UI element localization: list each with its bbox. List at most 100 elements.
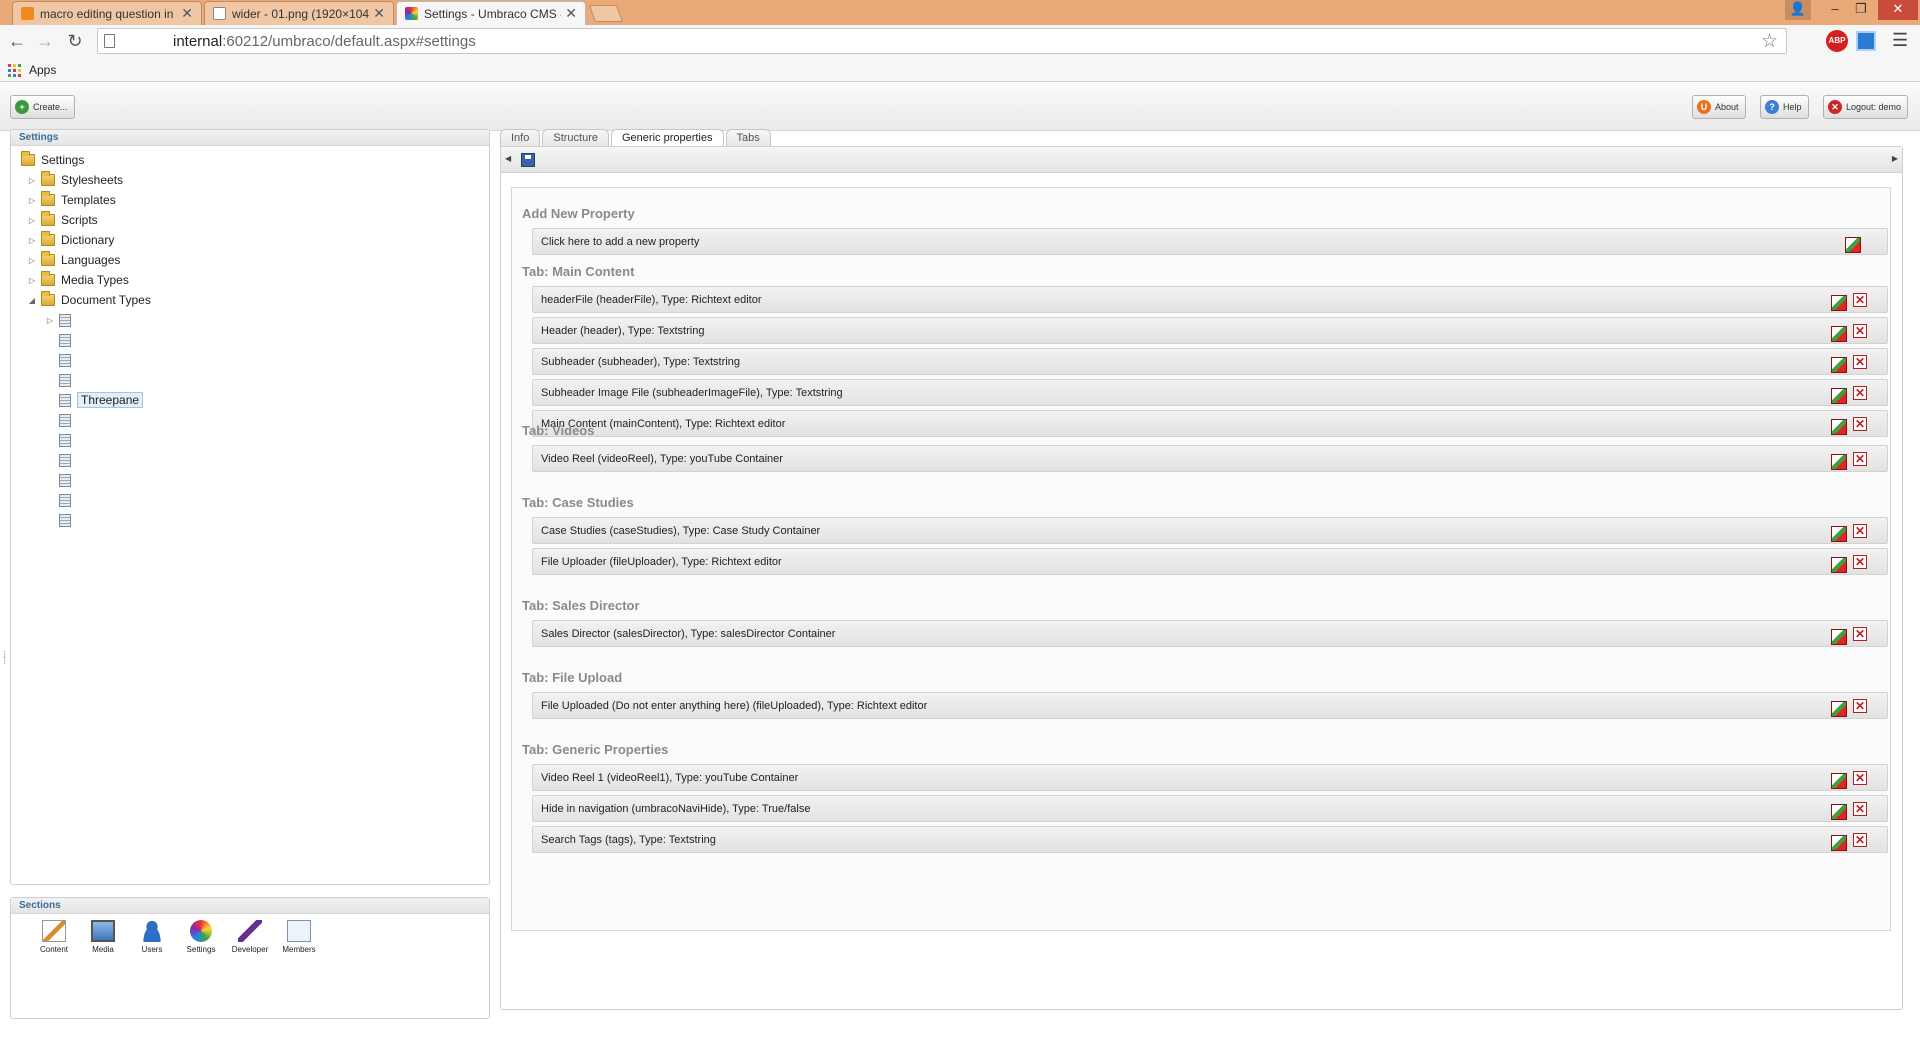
tab-info[interactable]: Info xyxy=(500,129,541,147)
property-row[interactable]: File Uploader (fileUploader), Type: Rich… xyxy=(532,548,1888,575)
delete-property-icon[interactable]: ✕ xyxy=(1853,524,1867,538)
tree-root-settings[interactable]: Settings xyxy=(21,151,84,169)
close-tab-icon[interactable]: ✕ xyxy=(373,5,385,22)
tree-doctype-item[interactable] xyxy=(59,411,77,429)
tree-item-stylesheets[interactable]: ▷ Stylesheets xyxy=(27,171,123,189)
tree-doctype-item[interactable] xyxy=(59,431,77,449)
add-new-property-label[interactable]: Click here to add a new property xyxy=(541,236,699,248)
expand-arrow-icon[interactable]: ▷ xyxy=(27,196,37,205)
back-icon[interactable]: ← xyxy=(6,30,28,52)
edit-property-icon[interactable] xyxy=(1831,295,1847,311)
property-row[interactable]: Search Tags (tags), Type: Textstring ✕ xyxy=(532,826,1888,853)
tree-doctype-item[interactable] xyxy=(59,491,77,509)
property-row[interactable]: Video Reel (videoReel), Type: youTube Co… xyxy=(532,445,1888,472)
property-row[interactable]: Header (header), Type: Textstring ✕ xyxy=(532,317,1888,344)
browser-tab[interactable]: macro editing question in ✕ xyxy=(12,1,202,25)
logout-button[interactable]: ✕ Logout: demo xyxy=(1823,95,1909,119)
scroll-left-icon[interactable]: ◀ xyxy=(505,154,511,163)
delete-property-icon[interactable]: ✕ xyxy=(1853,771,1867,785)
expand-arrow-icon[interactable]: ▷ xyxy=(27,276,37,285)
scroll-right-icon[interactable]: ▶ xyxy=(1892,154,1898,163)
chrome-menu-icon[interactable]: ☰ xyxy=(1892,30,1908,51)
delete-property-icon[interactable]: ✕ xyxy=(1853,627,1867,641)
tree-item-label-selected[interactable]: Threepane xyxy=(77,392,144,408)
section-content[interactable]: Content xyxy=(31,920,77,954)
edit-property-icon[interactable] xyxy=(1831,804,1847,820)
section-settings[interactable]: Settings xyxy=(178,920,224,954)
tree-item-templates[interactable]: ▷ Templates xyxy=(27,191,116,209)
section-members[interactable]: Members xyxy=(276,920,322,954)
expand-arrow-icon[interactable]: ▷ xyxy=(27,176,37,185)
section-users[interactable]: Users xyxy=(129,920,175,954)
tree-item-languages[interactable]: ▷ Languages xyxy=(27,251,120,269)
apps-bookmark[interactable]: Apps xyxy=(29,63,56,77)
delete-property-icon[interactable]: ✕ xyxy=(1853,555,1867,569)
expand-arrow-icon[interactable]: ▷ xyxy=(27,256,37,265)
edit-property-icon[interactable] xyxy=(1831,835,1847,851)
help-button[interactable]: ? Help xyxy=(1760,95,1809,119)
section-developer[interactable]: Developer xyxy=(227,920,273,954)
edit-property-icon[interactable] xyxy=(1831,526,1847,542)
tree-item-document-types[interactable]: ◢ Document Types xyxy=(27,291,151,309)
edit-property-icon[interactable] xyxy=(1831,454,1847,470)
property-row[interactable]: Sales Director (salesDirector), Type: sa… xyxy=(532,620,1888,647)
tree-doctype-item[interactable] xyxy=(59,511,77,529)
expand-arrow-icon[interactable]: ▷ xyxy=(27,216,37,225)
tree-item-dictionary[interactable]: ▷ Dictionary xyxy=(27,231,114,249)
tree-item-scripts[interactable]: ▷ Scripts xyxy=(27,211,98,229)
bookmark-star-icon[interactable]: ☆ xyxy=(1761,30,1778,53)
tab-structure[interactable]: Structure xyxy=(542,129,609,147)
tree-doctype-threepane[interactable]: Threepane xyxy=(59,391,144,409)
tree-item-media-types[interactable]: ▷ Media Types xyxy=(27,271,129,289)
adblock-plus-icon[interactable]: ABP xyxy=(1826,30,1848,52)
edit-property-icon[interactable] xyxy=(1831,557,1847,573)
delete-property-icon[interactable]: ✕ xyxy=(1853,699,1867,713)
property-row[interactable]: Hide in navigation (umbracoNaviHide), Ty… xyxy=(532,795,1888,822)
property-row[interactable]: Case Studies (caseStudies), Type: Case S… xyxy=(532,517,1888,544)
close-tab-icon[interactable]: ✕ xyxy=(565,5,577,22)
about-button[interactable]: U About xyxy=(1692,95,1746,119)
tree-doctype-item[interactable]: ▷ xyxy=(45,311,77,329)
tab-tabs[interactable]: Tabs xyxy=(725,129,771,147)
tree-doctype-item[interactable] xyxy=(59,351,77,369)
delete-property-icon[interactable]: ✕ xyxy=(1853,802,1867,816)
expand-arrow-icon[interactable]: ▷ xyxy=(27,236,37,245)
forward-icon[interactable]: → xyxy=(34,30,56,52)
restore-icon[interactable]: ❐ xyxy=(1848,0,1874,20)
add-property-edit-icon[interactable] xyxy=(1845,237,1861,253)
delete-property-icon[interactable]: ✕ xyxy=(1853,452,1867,466)
apps-grid-icon[interactable] xyxy=(8,64,21,77)
delete-property-icon[interactable]: ✕ xyxy=(1853,355,1867,369)
tree-doctype-item[interactable] xyxy=(59,371,77,389)
property-row[interactable]: Video Reel 1 (videoReel1), Type: youTube… xyxy=(532,764,1888,791)
add-new-property-row[interactable]: Click here to add a new property xyxy=(532,228,1888,255)
section-media[interactable]: Media xyxy=(80,920,126,954)
delete-property-icon[interactable]: ✕ xyxy=(1853,293,1867,307)
create-button[interactable]: + Create... xyxy=(10,95,75,119)
property-row[interactable]: headerFile (headerFile), Type: Richtext … xyxy=(532,286,1888,313)
edit-property-icon[interactable] xyxy=(1831,357,1847,373)
edit-property-icon[interactable] xyxy=(1831,773,1847,789)
edit-property-icon[interactable] xyxy=(1831,629,1847,645)
expand-arrow-icon[interactable]: ▷ xyxy=(45,316,55,325)
property-row[interactable]: Main Content (mainContent), Type: Richte… xyxy=(532,410,1888,437)
delete-property-icon[interactable]: ✕ xyxy=(1853,417,1867,431)
tree-doctype-item[interactable] xyxy=(59,451,77,469)
edit-property-icon[interactable] xyxy=(1831,419,1847,435)
delete-property-icon[interactable]: ✕ xyxy=(1853,324,1867,338)
property-row[interactable]: File Uploaded (Do not enter anything her… xyxy=(532,692,1888,719)
edit-property-icon[interactable] xyxy=(1831,701,1847,717)
tab-generic-properties[interactable]: Generic properties xyxy=(611,129,724,147)
close-tab-icon[interactable]: ✕ xyxy=(181,5,193,22)
user-profile-icon[interactable]: 👤 xyxy=(1785,0,1811,20)
collapse-arrow-icon[interactable]: ◢ xyxy=(27,296,37,305)
browser-tab[interactable]: wider - 01.png (1920×1040 ✕ xyxy=(204,1,394,25)
property-row[interactable]: Subheader (subheader), Type: Textstring ✕ xyxy=(532,348,1888,375)
new-tab-button[interactable] xyxy=(588,5,624,22)
browser-tab-active[interactable]: Settings - Umbraco CMS - ✕ xyxy=(396,1,586,25)
minimize-icon[interactable]: – xyxy=(1822,0,1848,20)
tree-doctype-item[interactable] xyxy=(59,331,77,349)
save-icon[interactable] xyxy=(521,153,535,167)
delete-property-icon[interactable]: ✕ xyxy=(1853,833,1867,847)
panel-resize-grip[interactable]: ⁝ ⁝ xyxy=(3,651,6,667)
